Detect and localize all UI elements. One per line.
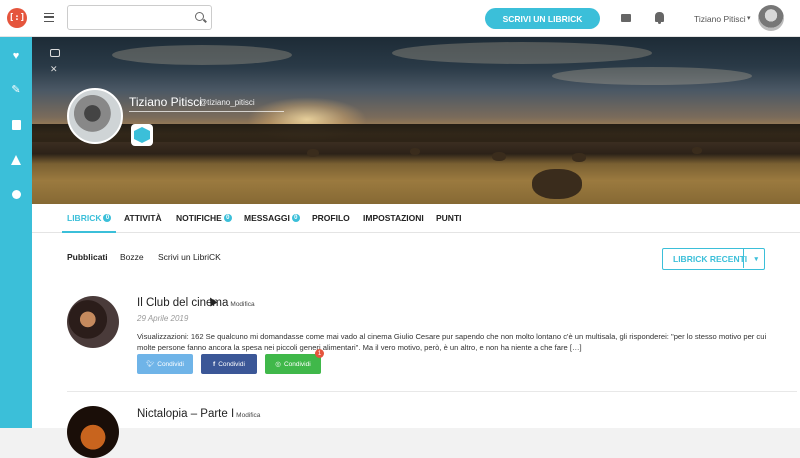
- pencil-icon[interactable]: ✎: [10, 84, 22, 96]
- tab-attivita[interactable]: ATTIVITÀ: [124, 213, 162, 223]
- user-avatar[interactable]: [758, 5, 784, 31]
- facebook-icon: f: [213, 360, 216, 368]
- bomb-icon[interactable]: [10, 190, 22, 202]
- write-librick-button[interactable]: SCRIVI UN LIBRICK: [485, 8, 600, 29]
- profile-avatar: [67, 88, 123, 144]
- share-count-badge: 1: [315, 349, 324, 358]
- profile-handle: @tiziano_pitisci: [199, 98, 255, 107]
- post-date: 29 Aprile 2019: [137, 314, 189, 323]
- camera-icon[interactable]: [50, 49, 60, 57]
- top-bar: [:] SCRIVI UN LIBRICK Tiziano Pitisci ▾: [0, 0, 800, 37]
- post-excerpt: Visualizzazioni: 162 Se qualcuno mi doma…: [137, 332, 767, 352]
- post-thumbnail[interactable]: [67, 406, 119, 458]
- search-input[interactable]: [67, 5, 212, 30]
- recent-librick-dropdown[interactable]: LIBRICK RECENTI ▾: [662, 248, 765, 270]
- whatsapp-icon: ◎: [275, 361, 281, 368]
- search-icon[interactable]: [195, 12, 204, 21]
- sidebar: ♥ ✎: [0, 37, 32, 428]
- post-thumbnail[interactable]: [67, 296, 119, 348]
- divider: [129, 111, 284, 112]
- main-content: Pubblicati Bozze Scrivi un LibriCK LIBRI…: [32, 233, 800, 458]
- twitter-icon: 🐦︎: [145, 361, 155, 368]
- divider: [67, 391, 797, 392]
- twitter-share-button[interactable]: 🐦︎ Condividi: [137, 354, 193, 374]
- bell-icon[interactable]: [655, 12, 664, 24]
- whatsapp-share-button[interactable]: ◎ Condividi 1: [265, 349, 324, 374]
- subtab-bozze[interactable]: Bozze: [120, 252, 144, 262]
- flask-icon[interactable]: [10, 155, 22, 167]
- badge-icon: [131, 124, 153, 146]
- chevron-down-icon[interactable]: ▾: [747, 14, 751, 22]
- mail-icon[interactable]: [621, 14, 631, 22]
- facebook-share-button[interactable]: f Condividi: [201, 354, 257, 374]
- tab-messaggi[interactable]: MESSAGGI 0: [244, 213, 300, 223]
- edit-link[interactable]: Modifica: [230, 301, 254, 308]
- book-icon[interactable]: [10, 120, 22, 132]
- menu-icon[interactable]: [44, 13, 54, 22]
- tab-notifiche[interactable]: NOTIFICHE 0: [176, 213, 232, 223]
- subtab-pubblicati[interactable]: Pubblicati: [67, 252, 108, 262]
- profile-tabs: LIBRICK 0 ATTIVITÀ NOTIFICHE 0 MESSAGGI 0 P…: [32, 204, 800, 233]
- heart-icon[interactable]: ♥: [10, 50, 22, 62]
- tab-impostazioni[interactable]: IMPOSTAZIONI: [363, 213, 424, 223]
- post-title[interactable]: Nictalopia – Parte I Modifica: [137, 408, 260, 420]
- post-title[interactable]: Il Club del cinema Modifica: [137, 297, 255, 309]
- edit-link[interactable]: Modifica: [236, 412, 260, 419]
- tab-profilo[interactable]: PROFILO: [312, 213, 350, 223]
- profile-name: Tiziano Pitisci: [129, 95, 202, 109]
- tab-librick[interactable]: LIBRICK 0: [67, 213, 112, 223]
- cover-image: ✕ Tiziano Pitisci @tiziano_pitisci: [32, 37, 800, 204]
- app-logo[interactable]: [:]: [7, 8, 27, 28]
- subtab-scrivi[interactable]: Scrivi un LibriCK: [158, 252, 221, 262]
- chevron-down-icon: ▾: [754, 256, 758, 263]
- tab-punti[interactable]: PUNTI: [436, 213, 462, 223]
- close-icon[interactable]: ✕: [50, 65, 58, 74]
- user-name[interactable]: Tiziano Pitisci: [694, 14, 746, 24]
